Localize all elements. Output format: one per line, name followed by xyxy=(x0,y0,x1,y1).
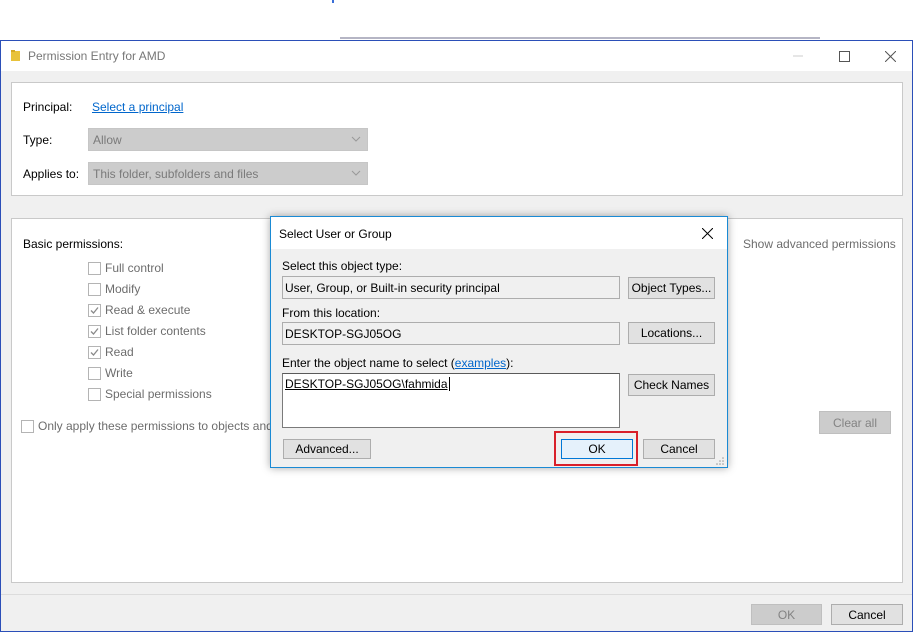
dialog-close-button[interactable] xyxy=(697,223,717,243)
check-names-button[interactable]: Check Names xyxy=(628,374,715,396)
enter-name-label-suffix: ): xyxy=(506,356,514,370)
permission-checkbox[interactable]: Read & execute xyxy=(88,302,190,318)
advanced-button[interactable]: Advanced... xyxy=(283,439,371,459)
permission-checkbox[interactable]: Modify xyxy=(88,281,140,297)
maximize-button[interactable] xyxy=(821,41,867,71)
title-bar: Permission Entry for AMD xyxy=(1,41,912,71)
select-principal-link[interactable]: Select a principal xyxy=(92,100,183,114)
chevron-down-icon xyxy=(351,170,361,176)
close-button[interactable] xyxy=(867,41,913,71)
location-field: DESKTOP-SGJ05OG xyxy=(282,322,620,345)
permission-checkbox[interactable]: Special permissions xyxy=(88,386,212,402)
type-select-value: Allow xyxy=(93,133,122,147)
examples-link[interactable]: examples xyxy=(455,356,506,370)
select-user-or-group-dialog: Select User or Group Select this object … xyxy=(270,216,728,468)
checkbox-box[interactable] xyxy=(88,324,101,338)
enter-name-label-prefix: Enter the object name to select ( xyxy=(282,356,455,370)
type-label: Type: xyxy=(23,133,53,147)
permission-label: Special permissions xyxy=(105,387,212,401)
permission-label: List folder contents xyxy=(105,324,206,338)
chevron-down-icon xyxy=(351,136,361,142)
permission-label: Read & execute xyxy=(105,303,191,317)
applies-to-label: Applies to: xyxy=(23,167,80,181)
background-fragment xyxy=(332,0,334,3)
checkbox-box[interactable] xyxy=(88,366,101,380)
background-area xyxy=(0,0,913,40)
background-fragment-line xyxy=(340,37,820,39)
folder-icon xyxy=(11,50,20,61)
permission-label: Read xyxy=(105,345,134,359)
show-advanced-permissions-link[interactable]: Show advanced permissions xyxy=(743,237,896,251)
checkbox-box[interactable] xyxy=(21,419,34,433)
permission-checkbox[interactable]: Full control xyxy=(88,260,164,276)
window-title: Permission Entry for AMD xyxy=(28,49,166,63)
permission-checkbox[interactable]: Write xyxy=(88,365,133,381)
ok-highlight-box xyxy=(554,431,638,466)
object-types-button[interactable]: Object Types... xyxy=(628,277,715,299)
dialog-cancel-button[interactable]: Cancel xyxy=(643,439,715,459)
minimize-button[interactable] xyxy=(775,41,821,71)
object-name-value: DESKTOP-SGJ05OG\fahmida xyxy=(285,377,450,391)
close-icon xyxy=(701,227,713,239)
applies-to-select[interactable]: This folder, subfolders and files xyxy=(88,162,368,185)
resize-grip-icon[interactable] xyxy=(715,456,725,466)
only-apply-checkbox[interactable]: Only apply these permissions to objects … xyxy=(21,418,276,434)
object-type-label: Select this object type: xyxy=(282,259,403,273)
close-icon xyxy=(884,50,896,62)
principal-panel: Principal: Select a principal Type: Allo… xyxy=(11,82,903,196)
applies-to-select-value: This folder, subfolders and files xyxy=(93,167,259,181)
type-select[interactable]: Allow xyxy=(88,128,368,151)
checkbox-box[interactable] xyxy=(88,282,101,296)
checkbox-box[interactable] xyxy=(88,303,101,317)
checkbox-box[interactable] xyxy=(88,345,101,359)
maximize-icon xyxy=(838,50,850,62)
only-apply-label: Only apply these permissions to objects … xyxy=(38,419,277,433)
permission-checkbox[interactable]: List folder contents xyxy=(88,323,206,339)
basic-permissions-heading: Basic permissions: xyxy=(23,237,124,251)
checkbox-box[interactable] xyxy=(88,387,101,401)
locations-button[interactable]: Locations... xyxy=(628,322,715,344)
dialog-title-bar: Select User or Group xyxy=(271,217,727,249)
permission-label: Write xyxy=(105,366,133,380)
checkmark-icon xyxy=(90,348,99,356)
dialog-title: Select User or Group xyxy=(279,227,392,241)
minimize-icon xyxy=(793,55,803,57)
object-name-input[interactable]: DESKTOP-SGJ05OG\fahmida xyxy=(282,373,620,428)
footer-bar: OK Cancel xyxy=(1,594,912,632)
permission-label: Modify xyxy=(105,282,141,296)
cancel-button[interactable]: Cancel xyxy=(831,604,903,625)
clear-all-button[interactable]: Clear all xyxy=(819,411,891,434)
checkmark-icon xyxy=(90,306,99,314)
ok-button[interactable]: OK xyxy=(751,604,822,625)
location-label: From this location: xyxy=(282,306,381,320)
permission-label: Full control xyxy=(105,261,164,275)
checkmark-icon xyxy=(90,327,99,335)
object-type-field: User, Group, or Built-in security princi… xyxy=(282,276,620,299)
enter-name-label: Enter the object name to select (example… xyxy=(282,356,513,370)
principal-label: Principal: xyxy=(23,100,73,114)
permission-checkbox[interactable]: Read xyxy=(88,344,134,360)
checkbox-box[interactable] xyxy=(88,261,101,275)
